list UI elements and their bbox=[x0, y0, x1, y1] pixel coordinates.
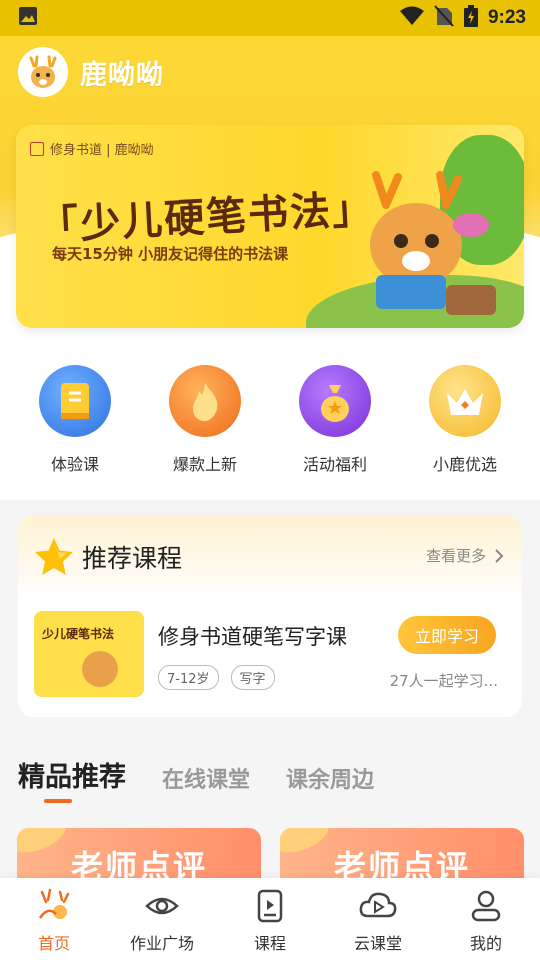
nav-profile[interactable]: 我的 bbox=[436, 888, 536, 954]
chevron-right-icon bbox=[495, 548, 504, 563]
quick-nav-selection[interactable]: 小鹿优选 bbox=[405, 365, 525, 500]
learner-count: 27人一起学习... bbox=[389, 672, 498, 690]
content-tabs: 精品推荐 在线课堂 课余周边 bbox=[18, 755, 374, 794]
nav-cloud-classroom[interactable]: 云课堂 bbox=[328, 888, 428, 954]
nav-courses[interactable]: 课程 bbox=[220, 888, 320, 954]
status-icons: 9:23 bbox=[399, 5, 526, 31]
brand-seal-icon bbox=[30, 141, 44, 156]
star-icon bbox=[35, 538, 73, 575]
active-tab-indicator bbox=[44, 799, 72, 803]
nav-label: 课程 bbox=[253, 934, 286, 953]
quick-nav: 体验课 爆款上新 活动福利 小鹿优选 bbox=[0, 345, 540, 500]
app-logo-text: 鹿呦呦 bbox=[80, 59, 164, 91]
tab-after-class[interactable]: 课余周边 bbox=[286, 762, 374, 794]
course-tag: 写字 bbox=[230, 665, 275, 690]
money-bag-icon bbox=[299, 365, 371, 437]
quick-nav-label: 爆款上新 bbox=[172, 455, 237, 474]
banner-brand-text: 修身书道 | 鹿呦呦 bbox=[50, 143, 154, 158]
nav-homework-square[interactable]: 作业广场 bbox=[112, 888, 212, 954]
status-time: 9:23 bbox=[487, 7, 526, 28]
nav-label: 作业广场 bbox=[129, 934, 194, 953]
thumbnail-title: 少儿硬笔书法 bbox=[42, 627, 115, 641]
user-icon bbox=[471, 890, 501, 922]
quick-nav-label: 小鹿优选 bbox=[432, 455, 497, 474]
nav-label: 我的 bbox=[469, 934, 502, 953]
deer-reading-illustration bbox=[370, 171, 496, 315]
see-more-label: 查看更多 bbox=[425, 547, 486, 565]
banner-title: 「少儿硬笔书法」 bbox=[37, 185, 376, 250]
play-doc-icon bbox=[257, 889, 283, 923]
app-bar: 鹿呦呦 bbox=[18, 46, 164, 98]
tab-featured[interactable]: 精品推荐 bbox=[18, 755, 126, 794]
eye-icon bbox=[145, 897, 179, 915]
see-more-link[interactable]: 查看更多 bbox=[426, 545, 504, 566]
quick-nav-hot-new[interactable]: 爆款上新 bbox=[145, 365, 265, 500]
home-deer-icon bbox=[38, 888, 70, 919]
deer-logo-icon bbox=[18, 47, 68, 97]
quick-nav-trial-course[interactable]: 体验课 bbox=[15, 365, 135, 500]
quick-nav-label: 体验课 bbox=[50, 455, 99, 474]
quick-nav-label: 活动福利 bbox=[302, 455, 367, 474]
course-thumbnail[interactable]: 少儿硬笔书法 bbox=[34, 611, 144, 697]
app-screen: 9:23 鹿呦呦 修身书道 | 鹿呦呦 「少儿硬笔书法」 每天15分钟 小朋友记… bbox=[0, 0, 540, 960]
flame-icon bbox=[169, 365, 241, 437]
recommend-card: 推荐课程 查看更多 少儿硬笔书法 修身书道硬笔写字课 7-12岁 写字 立即学习… bbox=[18, 515, 522, 717]
quick-nav-welfare[interactable]: 活动福利 bbox=[275, 365, 395, 500]
status-bar: 9:23 bbox=[0, 0, 540, 36]
course-tag: 7-12岁 bbox=[158, 665, 219, 690]
battery-icon bbox=[463, 5, 478, 31]
cloud-play-icon bbox=[359, 892, 397, 918]
banner-subtitle: 每天15分钟 小朋友记得住的书法课 bbox=[52, 245, 289, 263]
tab-online-classroom[interactable]: 在线课堂 bbox=[162, 762, 250, 794]
start-learning-button[interactable]: 立即学习 bbox=[398, 616, 496, 654]
course-tags: 7-12岁 写字 bbox=[158, 665, 275, 690]
wifi-icon bbox=[399, 6, 424, 30]
bottom-nav: 首页 作业广场 课程 云课堂 我的 bbox=[0, 878, 540, 960]
nav-label: 首页 bbox=[37, 934, 70, 953]
crown-icon bbox=[429, 365, 501, 437]
recommend-title: 推荐课程 bbox=[82, 544, 183, 573]
course-name[interactable]: 修身书道硬笔写字课 bbox=[158, 621, 347, 651]
nav-home[interactable]: 首页 bbox=[4, 888, 104, 954]
book-icon bbox=[39, 365, 111, 437]
nav-label: 云课堂 bbox=[353, 934, 402, 953]
banner-brand: 修身书道 | 鹿呦呦 bbox=[30, 139, 154, 158]
deer-illustration bbox=[82, 651, 118, 687]
gallery-notification-icon bbox=[18, 6, 38, 30]
promo-banner[interactable]: 修身书道 | 鹿呦呦 「少儿硬笔书法」 每天15分钟 小朋友记得住的书法课 bbox=[16, 125, 524, 328]
no-sim-icon bbox=[434, 5, 454, 31]
